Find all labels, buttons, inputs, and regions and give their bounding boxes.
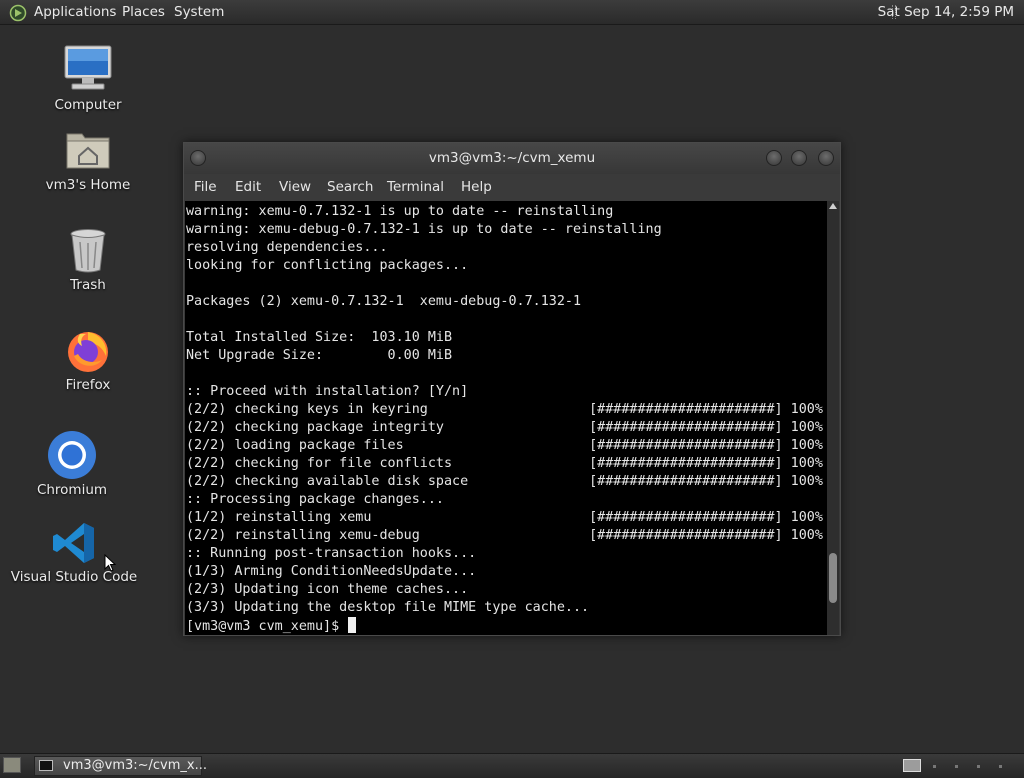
chromium-icon bbox=[48, 431, 96, 479]
computer-icon bbox=[64, 45, 112, 90]
terminal-window[interactable]: vm3@vm3:~/cvm_xemu File Edit View Search… bbox=[183, 142, 841, 636]
desktop-icon-home[interactable]: vm3's Home bbox=[23, 128, 153, 198]
window-menu-button[interactable] bbox=[190, 150, 206, 166]
terminal-output[interactable]: warning: xemu-0.7.132-1 is up to date --… bbox=[185, 201, 827, 635]
desktop-icon-label: Trash bbox=[70, 277, 106, 293]
terminal-scrollbar[interactable] bbox=[827, 201, 839, 635]
maximize-button[interactable] bbox=[791, 150, 807, 166]
terminal-prompt-line[interactable]: [vm3@vm3 cvm_xemu]$ bbox=[186, 617, 823, 635]
terminal-menubar: File Edit View Search Terminal Help bbox=[184, 174, 840, 201]
terminal-prompt: [vm3@vm3 cvm_xemu]$ bbox=[186, 619, 348, 634]
workspace-2-switcher[interactable] bbox=[933, 765, 936, 768]
trash-icon bbox=[70, 229, 106, 273]
workspace-1-switcher[interactable] bbox=[903, 759, 921, 772]
terminal-line: Packages (2) xemu-0.7.132-1 xemu-debug-0… bbox=[186, 294, 582, 309]
applications-menu[interactable]: Applications bbox=[34, 4, 116, 20]
workspace-4-switcher[interactable] bbox=[977, 765, 980, 768]
terminal-line: (2/2) loading package files [###########… bbox=[186, 438, 823, 453]
window-titlebar[interactable]: vm3@vm3:~/cvm_xemu bbox=[184, 143, 840, 174]
terminal-line: Total Installed Size: 103.10 MiB bbox=[186, 330, 453, 345]
desktop-icon-label: Chromium bbox=[36, 482, 108, 498]
firefox-icon bbox=[68, 332, 108, 372]
close-button[interactable] bbox=[818, 150, 834, 166]
terminal-line: (2/2) reinstalling xemu-debug [#########… bbox=[186, 528, 823, 543]
window-title: vm3@vm3:~/cvm_xemu bbox=[428, 150, 596, 166]
terminal-line: looking for conflicting packages... bbox=[186, 258, 469, 273]
menu-terminal[interactable]: Terminal bbox=[387, 179, 444, 195]
terminal-line: (2/3) Updating icon theme caches... bbox=[186, 582, 469, 597]
terminal-line: warning: xemu-debug-0.7.132-1 is up to d… bbox=[186, 222, 662, 237]
desktop-icon-chromium[interactable]: Chromium bbox=[7, 430, 137, 498]
desktop-icon-firefox[interactable]: Firefox bbox=[23, 326, 153, 394]
menu-help[interactable]: Help bbox=[461, 179, 492, 195]
terminal-line: (2/2) checking package integrity [######… bbox=[186, 420, 823, 435]
desktop-icon-trash[interactable]: Trash bbox=[23, 228, 153, 294]
terminal-line: (1/3) Arming ConditionNeedsUpdate... bbox=[186, 564, 477, 579]
terminal-line: (2/2) checking available disk space [###… bbox=[186, 474, 823, 489]
applications-logo-icon[interactable] bbox=[9, 4, 27, 22]
terminal-line: (2/2) checking keys in keyring [########… bbox=[186, 402, 823, 417]
terminal-line: (2/2) checking for file conflicts [#####… bbox=[186, 456, 823, 471]
places-menu[interactable]: Places bbox=[122, 4, 165, 20]
menu-view[interactable]: View bbox=[279, 179, 311, 195]
menu-search[interactable]: Search bbox=[327, 179, 373, 195]
terminal-line: (1/2) reinstalling xemu [###############… bbox=[186, 510, 823, 525]
terminal-line: (3/3) Updating the desktop file MIME typ… bbox=[186, 600, 590, 615]
terminal-text: warning: xemu-0.7.132-1 is up to date --… bbox=[186, 203, 823, 635]
bottom-panel: vm3@vm3:~/cvm_x... bbox=[0, 753, 1024, 778]
taskbar-window-button[interactable]: vm3@vm3:~/cvm_x... bbox=[34, 756, 207, 776]
desktop-icon-label: Firefox bbox=[65, 377, 111, 393]
menu-edit[interactable]: Edit bbox=[235, 179, 261, 195]
taskbar-window-label: vm3@vm3:~/cvm_x... bbox=[63, 758, 208, 773]
terminal-line: :: Proceed with installation? [Y/n] bbox=[186, 384, 469, 399]
terminal-line: resolving dependencies... bbox=[186, 240, 388, 255]
show-desktop-icon[interactable] bbox=[3, 757, 21, 773]
vscode-icon bbox=[53, 523, 94, 563]
home-folder-icon bbox=[66, 133, 110, 169]
text-cursor bbox=[348, 617, 357, 633]
terminal-line: Net Upgrade Size: 0.00 MiB bbox=[186, 348, 453, 363]
menu-file[interactable]: File bbox=[194, 179, 217, 195]
scrollbar-thumb[interactable] bbox=[829, 553, 837, 604]
scroll-up-arrow-icon[interactable] bbox=[829, 203, 837, 209]
workspace-3-switcher[interactable] bbox=[955, 765, 958, 768]
desktop-icon-vscode[interactable]: Visual Studio Code bbox=[9, 520, 139, 586]
clock[interactable]: Sat Sep 14, 2:59 PM bbox=[878, 4, 1014, 20]
desktop-icon-label: vm3's Home bbox=[45, 177, 131, 193]
desktop-icon-computer[interactable]: Computer bbox=[23, 44, 153, 116]
terminal-icon bbox=[39, 760, 53, 771]
workspace-5-switcher[interactable] bbox=[999, 765, 1002, 768]
top-panel: Applications Places System Sat Sep 14, 2… bbox=[0, 0, 1024, 25]
desktop-icon-label: Computer bbox=[54, 97, 122, 113]
terminal-line: :: Processing package changes... bbox=[186, 492, 444, 507]
desktop-icon-label: Visual Studio Code bbox=[10, 569, 138, 585]
mouse-pointer-icon bbox=[104, 554, 116, 572]
minimize-button[interactable] bbox=[766, 150, 782, 166]
system-menu[interactable]: System bbox=[174, 4, 224, 20]
terminal-line: warning: xemu-0.7.132-1 is up to date --… bbox=[186, 204, 614, 219]
terminal-line: :: Running post-transaction hooks... bbox=[186, 546, 477, 561]
